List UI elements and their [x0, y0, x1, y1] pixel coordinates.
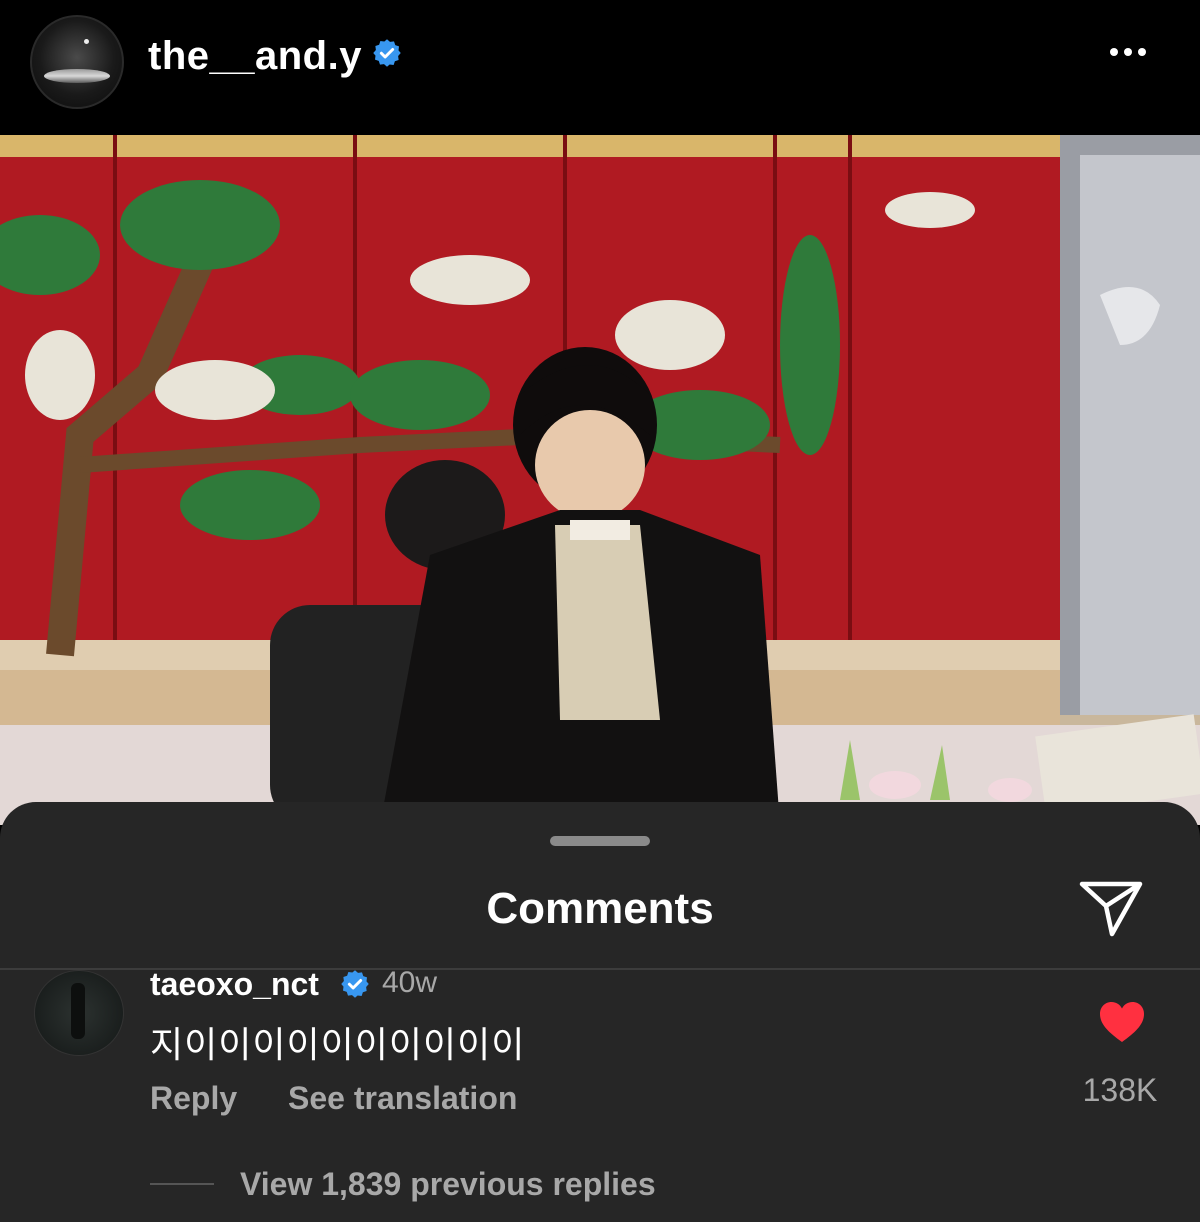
photo-scene — [0, 135, 1200, 825]
commenter-username[interactable]: taeoxo_nct — [150, 966, 319, 1003]
share-icon[interactable] — [1078, 878, 1144, 938]
view-replies-button[interactable]: View 1,839 previous replies — [240, 1166, 656, 1203]
verified-badge-icon — [372, 33, 402, 78]
more-icon[interactable] — [1110, 43, 1170, 73]
verified-badge-icon — [340, 969, 370, 1004]
reply-button[interactable]: Reply — [150, 1080, 237, 1117]
sheet-grabber[interactable] — [550, 836, 650, 846]
commenter-avatar[interactable] — [34, 970, 124, 1056]
profile-avatar[interactable] — [30, 15, 124, 109]
comment-text: 지이이이이이이이이이이 — [150, 1024, 526, 1065]
heart-icon[interactable] — [1098, 1000, 1146, 1044]
comment-timestamp: 40w — [382, 966, 438, 999]
post-photo[interactable] — [0, 135, 1200, 825]
like-count: 138K — [1082, 1072, 1158, 1108]
post-username[interactable]: the__and.y — [148, 34, 402, 81]
comments-title: Comments — [486, 884, 714, 933]
avatar-detail — [44, 69, 110, 83]
avatar-detail — [84, 39, 89, 44]
see-translation-button[interactable]: See translation — [288, 1080, 517, 1117]
avatar-detail — [71, 983, 85, 1039]
post-header: the__and.y — [0, 0, 1200, 135]
username-text[interactable]: the__and.y — [148, 34, 362, 78]
replies-divider — [150, 1183, 214, 1185]
comments-sheet: Comments — [0, 802, 1200, 1222]
